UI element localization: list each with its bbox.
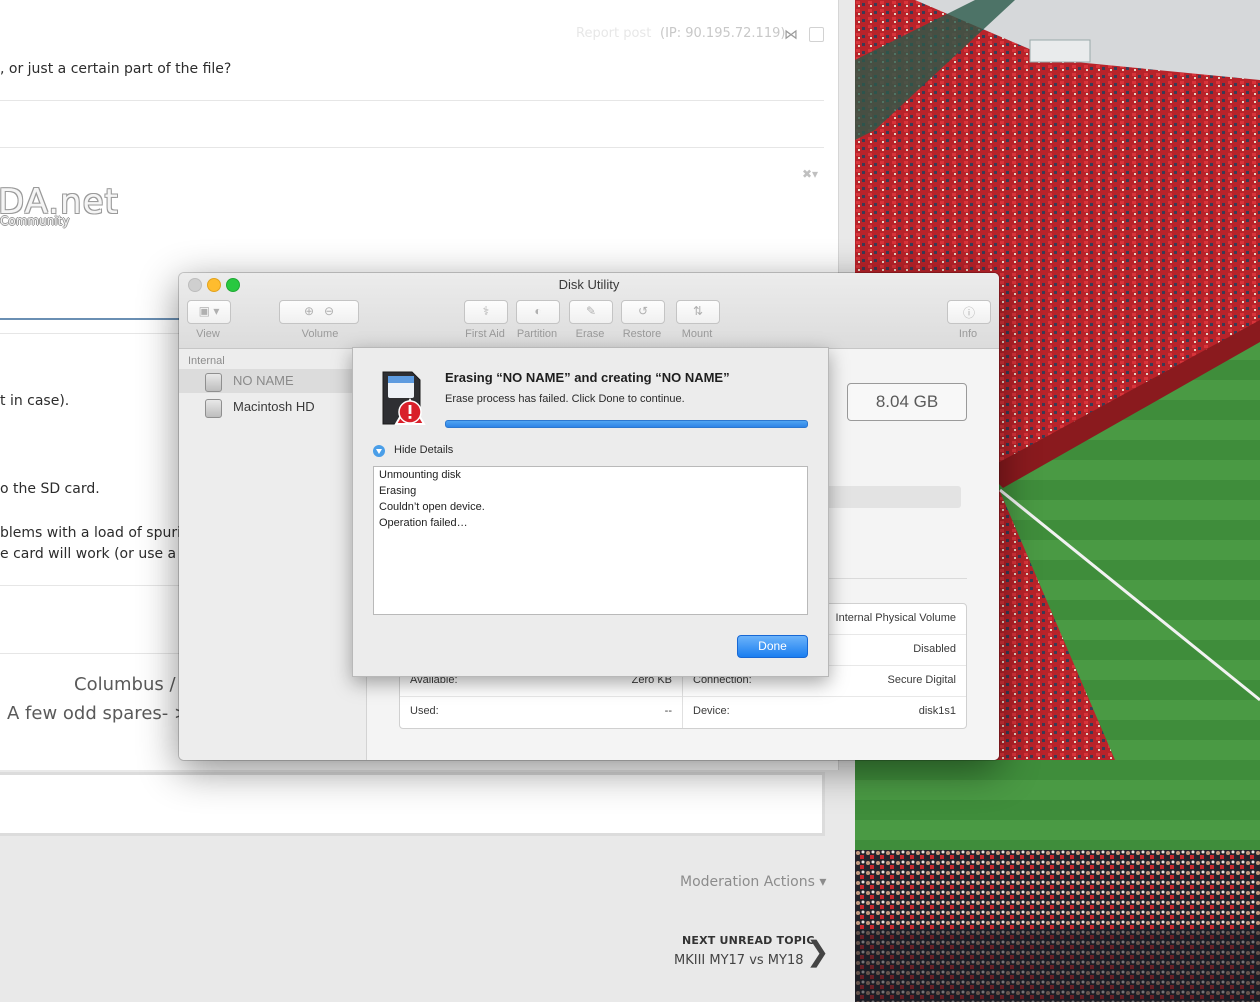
- next-unread-topic-link[interactable]: MKIII MY17 vs MY18: [674, 953, 804, 968]
- post-text-line: o the SD card.: [0, 481, 100, 497]
- sidebar-item-no-name[interactable]: NO NAME: [179, 369, 366, 393]
- first-aid-label: First Aid: [465, 328, 505, 340]
- info-label: Info: [958, 328, 978, 340]
- disclosure-triangle-icon[interactable]: [373, 445, 385, 457]
- mount-icon: ⇅: [692, 304, 704, 318]
- sheet-title: Erasing “NO NAME” and creating “NO NAME”: [445, 370, 730, 385]
- info-value: Disabled: [913, 643, 956, 655]
- divider: [0, 147, 824, 148]
- info-value: Secure Digital: [887, 674, 956, 686]
- info-value: Internal Physical Volume: [835, 612, 956, 624]
- restore-button[interactable]: ↺: [621, 300, 665, 324]
- disk-icon: [205, 399, 222, 418]
- erase-icon: ✎: [585, 304, 597, 318]
- sidebar-heading: Internal: [188, 355, 225, 367]
- share-icon[interactable]: ⋈: [784, 26, 798, 43]
- signature-line: Columbus / I: [74, 674, 187, 695]
- partition-button[interactable]: ◐: [516, 300, 560, 324]
- restore-label: Restore: [622, 328, 662, 340]
- log-line: Unmounting disk: [379, 469, 461, 481]
- post-text-line: e card will work (or use a W: [0, 546, 195, 562]
- capacity-badge: 8.04 GB: [847, 383, 967, 421]
- sidebar-item-macintosh-hd[interactable]: Macintosh HD: [179, 395, 366, 419]
- view-label: View: [196, 328, 220, 340]
- post-ip-address: (IP: 90.195.72.119): [660, 26, 786, 41]
- erase-label: Erase: [575, 328, 605, 340]
- sidebar-item-label: Macintosh HD: [233, 399, 315, 414]
- info-key: Device:: [693, 705, 730, 717]
- next-unread-heading: NEXT UNREAD TOPIC: [682, 934, 815, 947]
- details-log[interactable]: Unmounting disk Erasing Couldn’t open de…: [373, 466, 808, 615]
- signature-divider: [0, 653, 180, 654]
- moderation-checkbox[interactable]: [809, 27, 824, 42]
- partition-label: Partition: [516, 328, 558, 340]
- mount-label: Mount: [681, 328, 713, 340]
- hide-details-toggle[interactable]: Hide Details: [394, 444, 453, 456]
- log-line: Operation failed…: [379, 517, 468, 529]
- sd-card-error-icon: [382, 371, 426, 425]
- stethoscope-icon: ⚕: [482, 304, 490, 318]
- sidebar-view-icon: ▣ ▾: [198, 304, 220, 318]
- info-row-device: Device: disk1s1: [683, 697, 966, 727]
- info-button[interactable]: ⓘ: [947, 300, 991, 324]
- info-key: Used:: [410, 705, 439, 717]
- log-line: Erasing: [379, 485, 417, 497]
- log-line: Couldn’t open device.: [379, 501, 485, 513]
- info-value: disk1s1: [918, 705, 956, 717]
- signature-line: A few odd spares- >: [7, 703, 190, 724]
- post-text-line: blems with a load of spuriou: [0, 525, 199, 541]
- sidebar-item-label: NO NAME: [233, 373, 294, 388]
- volume-add-remove-icon: ⊕ ⊖: [303, 304, 335, 318]
- moderation-actions-menu[interactable]: Moderation Actions ▾: [680, 874, 826, 890]
- mount-button[interactable]: ⇅: [676, 300, 720, 324]
- pie-chart-icon: ◐: [534, 304, 542, 318]
- info-value: --: [664, 705, 672, 717]
- report-post-link[interactable]: Report post: [576, 26, 651, 41]
- done-button[interactable]: Done: [737, 635, 808, 658]
- divider: [0, 100, 824, 101]
- post-separator: [0, 318, 180, 320]
- erase-button[interactable]: ✎: [569, 300, 613, 324]
- chevron-right-icon[interactable]: ❯: [806, 935, 829, 968]
- window-title: Disk Utility: [558, 277, 620, 292]
- post-text-question: , or just a certain part of the file?: [0, 61, 232, 77]
- divider: [0, 333, 180, 334]
- ad-close-icon[interactable]: ✖▾: [802, 167, 818, 181]
- disk-icon: [205, 373, 222, 392]
- ad-logo-tagline: Community: [0, 214, 70, 228]
- restore-arrow-icon: ↺: [637, 304, 649, 318]
- device-sidebar: Internal NO NAME Macintosh HD: [179, 349, 367, 760]
- quick-reply-box[interactable]: [0, 772, 825, 836]
- post-text-line: t in case).: [0, 393, 70, 409]
- volume-button-group[interactable]: ⊕ ⊖: [279, 300, 359, 324]
- toolbar: Disk Utility ▣ ▾ View ⊕ ⊖ Volume ⚕ First…: [179, 273, 999, 349]
- erase-progress-bar: [445, 420, 808, 428]
- info-icon: ⓘ: [962, 306, 975, 320]
- erase-progress-sheet: Erasing “NO NAME” and creating “NO NAME”…: [352, 347, 829, 677]
- divider: [0, 585, 180, 586]
- view-button[interactable]: ▣ ▾: [187, 300, 231, 324]
- sheet-message: Erase process has failed. Click Done to …: [445, 393, 685, 405]
- info-row-used: Used: --: [400, 697, 682, 727]
- volume-label: Volume: [301, 328, 339, 340]
- first-aid-button[interactable]: ⚕: [464, 300, 508, 324]
